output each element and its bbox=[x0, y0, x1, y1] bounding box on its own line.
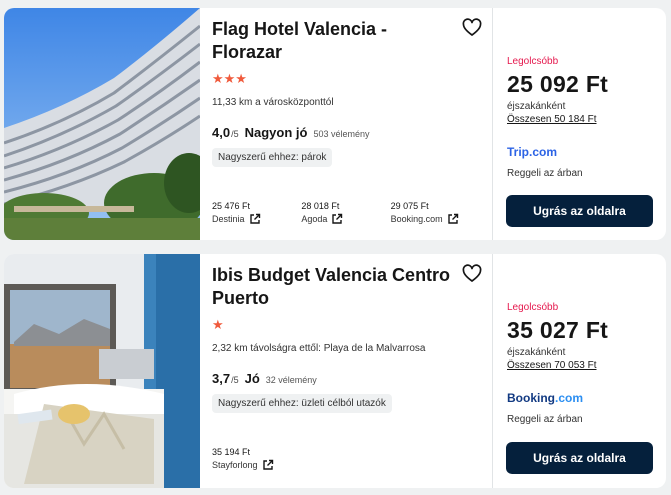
review-rating: 3,7 /5 Jó 32 vélemény bbox=[212, 371, 480, 386]
offer-item[interactable]: 28 018 Ft Agoda bbox=[301, 201, 390, 225]
offer-link[interactable]: Destinia bbox=[212, 213, 301, 225]
heart-icon[interactable] bbox=[462, 18, 482, 38]
review-rating: 4,0 /5 Nagyon jó 503 vélemény bbox=[212, 125, 480, 140]
offer-site: Destinia bbox=[212, 214, 245, 224]
offer-price: 25 476 Ft bbox=[212, 201, 251, 211]
offer-link[interactable]: Stayforlong bbox=[212, 459, 304, 471]
review-score: 4,0 bbox=[212, 125, 231, 140]
star-rating: ★ bbox=[212, 317, 224, 332]
star-rating: ★★★ bbox=[212, 71, 247, 86]
hotel-photo[interactable] bbox=[4, 254, 200, 488]
review-scale: /5 bbox=[231, 129, 239, 139]
hotel-card[interactable]: Ibis Budget Valencia Centro Puerto ★ 2,3… bbox=[4, 254, 666, 488]
per-night-label: éjszakánként bbox=[507, 347, 566, 358]
price-panel: Legolcsóbb 25 092 Ft éjszakánként Összes… bbox=[493, 8, 666, 240]
offer-item[interactable]: 35 194 Ft Stayforlong bbox=[212, 447, 304, 471]
breakfast-included: Reggeli az árban bbox=[507, 168, 583, 179]
external-link-icon bbox=[447, 213, 458, 224]
breakfast-included: Reggeli az árban bbox=[507, 414, 583, 425]
review-label: Nagyon jó bbox=[244, 125, 308, 140]
other-offers: 25 476 Ft Destinia 28 018 Ft Agoda 29 07… bbox=[212, 201, 480, 225]
offer-price: 29 075 Ft bbox=[390, 201, 429, 211]
offer-item[interactable]: 25 476 Ft Destinia bbox=[212, 201, 301, 225]
price-amount: 35 027 Ft bbox=[507, 317, 609, 343]
review-count: 503 vélemény bbox=[313, 129, 370, 139]
provider-logo: Booking.com bbox=[507, 391, 652, 405]
hotel-name[interactable]: Flag Hotel Valencia - Florazar bbox=[212, 18, 452, 64]
hotel-info: Ibis Budget Valencia Centro Puerto ★ 2,3… bbox=[200, 254, 492, 488]
go-to-site-button[interactable]: Ugrás az oldalra bbox=[506, 442, 653, 474]
great-for-tag: Nagyszerű ehhez: párok bbox=[212, 148, 333, 167]
cheapest-label: Legolcsóbb bbox=[507, 56, 559, 67]
offer-price: 28 018 Ft bbox=[301, 201, 340, 211]
provider-domain: .com bbox=[555, 391, 584, 405]
provider-name: Booking bbox=[507, 391, 555, 405]
great-for-tag: Nagyszerű ehhez: üzleti célból utazók bbox=[212, 394, 392, 413]
heart-icon[interactable] bbox=[462, 264, 482, 284]
other-offers: 35 194 Ft Stayforlong bbox=[212, 447, 480, 471]
review-count: 32 vélemény bbox=[265, 375, 317, 385]
cheapest-label: Legolcsóbb bbox=[507, 302, 559, 313]
offer-link[interactable]: Booking.com bbox=[391, 213, 480, 225]
external-link-icon bbox=[249, 213, 260, 224]
offer-link[interactable]: Agoda bbox=[301, 213, 390, 225]
offer-site: Booking.com bbox=[390, 214, 443, 224]
offer-price: 35 194 Ft bbox=[212, 447, 251, 457]
offer-item[interactable]: 29 075 Ft Booking.com bbox=[391, 201, 480, 225]
per-night-label: éjszakánként bbox=[507, 101, 566, 112]
price-amount: 25 092 Ft bbox=[507, 71, 609, 97]
total-price-link[interactable]: Összesen 50 184 Ft bbox=[507, 114, 652, 125]
external-link-icon bbox=[262, 459, 273, 470]
hotel-card[interactable]: Flag Hotel Valencia - Florazar ★★★ 11,33… bbox=[4, 8, 666, 240]
offer-site: Stayforlong bbox=[212, 460, 258, 470]
provider-logo: Trip.com bbox=[507, 145, 558, 159]
total-price-link[interactable]: Összesen 70 053 Ft bbox=[507, 360, 652, 371]
review-label: Jó bbox=[244, 371, 260, 386]
distance-text: 11,33 km a városközponttól bbox=[212, 97, 334, 108]
distance-text: 2,32 km távolságra ettől: Playa de la Ma… bbox=[212, 343, 426, 354]
hotel-name[interactable]: Ibis Budget Valencia Centro Puerto bbox=[212, 264, 452, 310]
external-link-icon bbox=[332, 213, 343, 224]
hotel-photo[interactable] bbox=[4, 8, 200, 240]
go-to-site-button[interactable]: Ugrás az oldalra bbox=[506, 195, 653, 227]
price-panel: Legolcsóbb 35 027 Ft éjszakánként Összes… bbox=[493, 254, 666, 488]
offer-site: Agoda bbox=[301, 214, 328, 224]
review-score: 3,7 bbox=[212, 371, 231, 386]
hotel-info: Flag Hotel Valencia - Florazar ★★★ 11,33… bbox=[200, 8, 492, 240]
review-scale: /5 bbox=[231, 375, 239, 385]
